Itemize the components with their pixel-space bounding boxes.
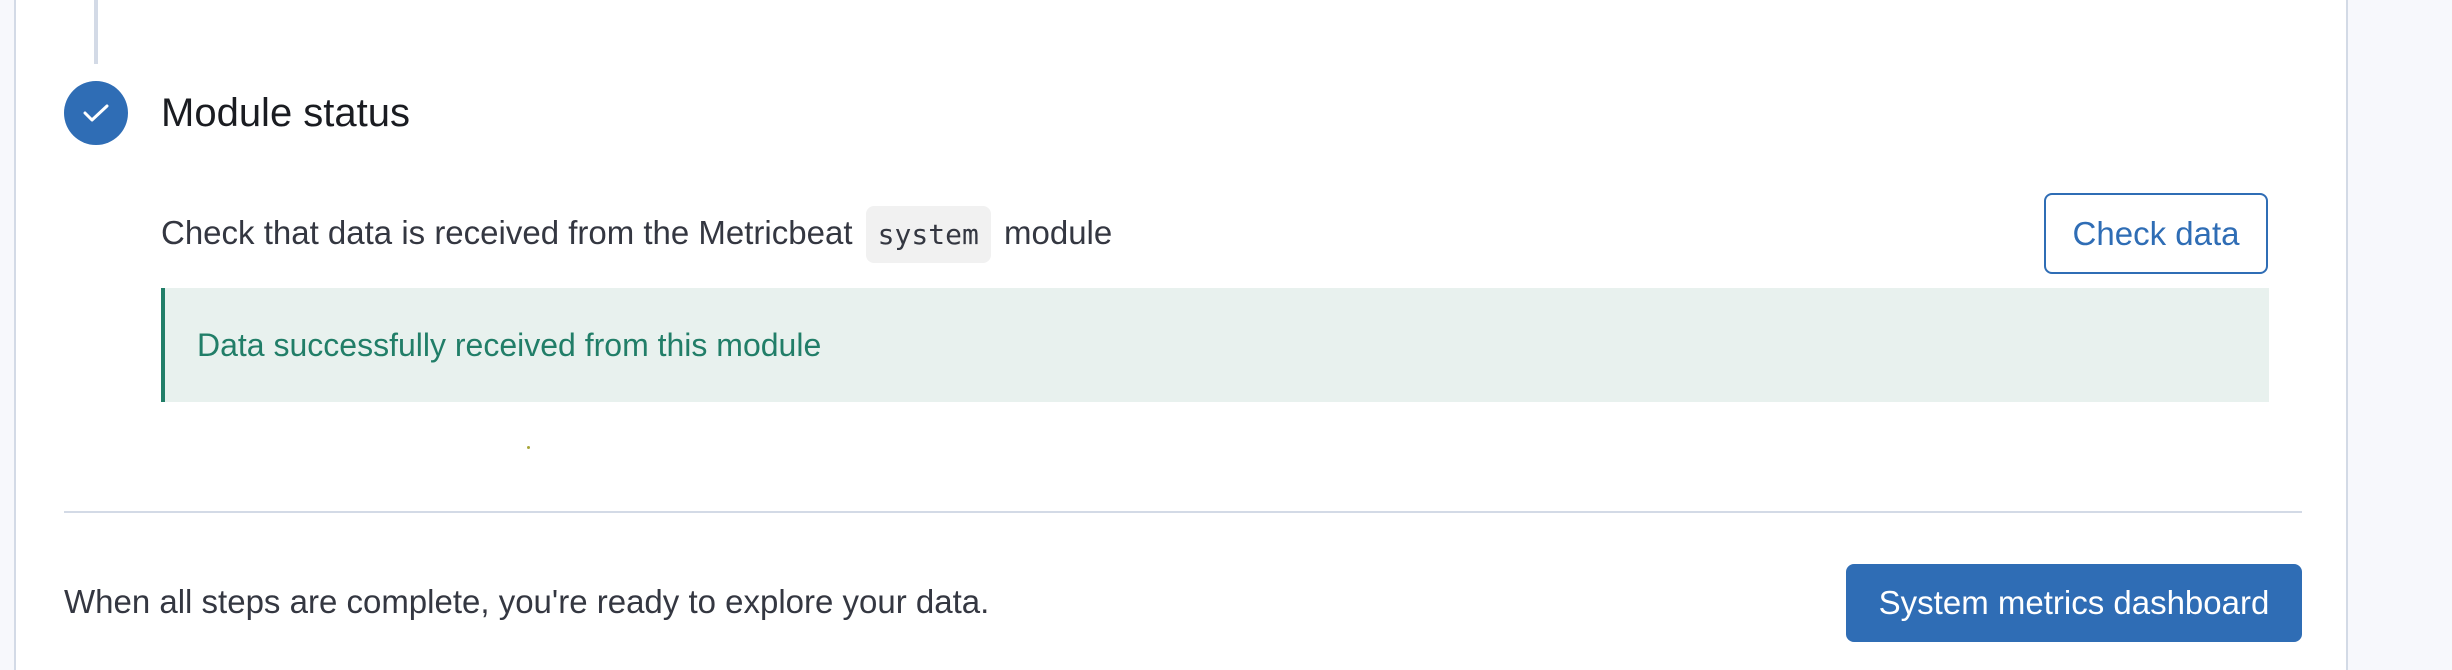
instruction-prefix: Check that data is received from the Met… [161,214,853,251]
instructions-panel: Module status Check that data is receive… [14,0,2348,670]
module-code: system [865,206,991,263]
instruction-suffix: module [1004,214,1113,251]
step-complete-badge [64,81,128,145]
step-title: Module status [161,91,411,135]
footer-divider [64,511,2302,513]
footer-message: When all steps are complete, you're read… [64,583,990,620]
decorative-dot [527,446,530,449]
step-instruction: Check that data is received from the Met… [161,203,1112,265]
success-callout: Data successfully received from this mod… [161,288,2269,402]
callout-message: Data successfully received from this mod… [197,326,822,363]
system-metrics-dashboard-button[interactable]: System metrics dashboard [1846,564,2302,642]
check-icon [83,104,109,122]
check-data-button[interactable]: Check data [2044,193,2268,274]
step-connector-line [94,0,98,64]
